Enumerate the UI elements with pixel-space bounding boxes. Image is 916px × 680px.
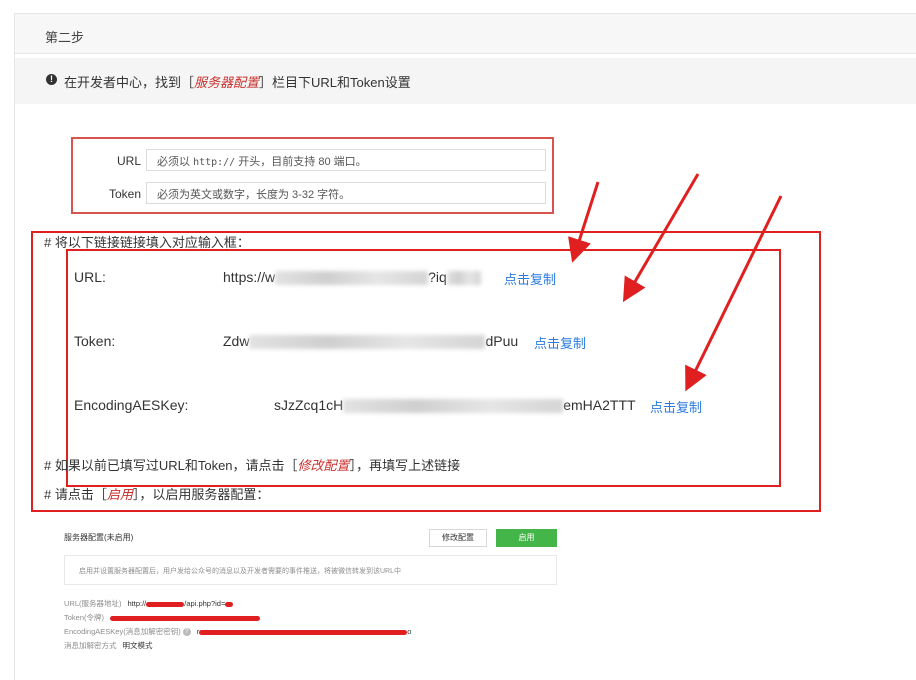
config-description-box: 启用并设置服务器配置后，用户发给公众号的消息以及开发者需要的事件推送，将被微信转…	[64, 555, 557, 585]
copy-aes-link[interactable]: 点击复制	[650, 397, 702, 416]
aes-label: EncodingAESKey:	[74, 397, 189, 413]
enable-instruction: # 请点击［启用］，以启用服务器配置：	[44, 487, 270, 502]
step-header: 第二步	[14, 13, 916, 54]
info-icon: !	[46, 74, 57, 85]
token-value: Zdw dPuu	[223, 333, 519, 350]
copy-token-link[interactable]: 点击复制	[534, 333, 586, 352]
fill-instruction: # 将以下链接链接填入对应输入框：	[44, 235, 250, 250]
redaction-scribble	[110, 615, 261, 621]
info-highlight: 服务器配置	[194, 75, 260, 90]
config-mode-row: 消息加解密方式 明文模式	[64, 641, 153, 650]
modify-instruction: # 如果以前已填写过URL和Token，请点击［修改配置］，再填写上述链接	[44, 458, 461, 473]
redaction-blur	[343, 399, 564, 414]
redaction-blur	[249, 335, 486, 350]
copy-url-link[interactable]: 点击复制	[504, 269, 556, 288]
redaction-scribble	[225, 601, 234, 607]
info-prefix: 在开发者中心，找到［	[64, 75, 195, 90]
token-field-label: Token	[108, 187, 141, 201]
url-code: http://	[193, 157, 236, 168]
url-value: https://w ?iq	[223, 269, 481, 286]
redaction-scribble	[199, 629, 408, 635]
token-label: Token:	[74, 333, 116, 349]
config-title: 服务器配置(未启用)	[64, 533, 134, 542]
modify-config-button[interactable]: 修改配置	[429, 529, 487, 547]
aes-value: sJzZcq1cH emHA2TTT	[274, 397, 636, 414]
redaction-blur	[446, 271, 481, 286]
config-description: 启用并设置服务器配置后，用户发给公众号的消息以及开发者需要的事件推送，将被微信转…	[79, 568, 402, 575]
redaction-blur	[275, 271, 429, 286]
info-bar: ! 在开发者中心，找到［服务器配置］栏目下URL和Token设置	[14, 58, 916, 104]
url-label: URL:	[74, 269, 106, 285]
server-config-card: 服务器配置(未启用) 修改配置 启用 启用并设置服务器配置后，用户发给公众号的消…	[62, 521, 560, 680]
url-form-row: URL 必须以 http:// 开头，目前支持 80 端口。	[73, 149, 552, 173]
url-field-label: URL	[116, 154, 141, 168]
config-token-row: Token(令牌)	[64, 612, 261, 623]
token-field[interactable]: 必须为英文或数字，长度为 3-32 字符。	[146, 182, 546, 204]
url-token-form: URL 必须以 http:// 开头，目前支持 80 端口。 Token 必须为…	[71, 137, 554, 214]
config-url-row: URL(服务器地址) http:///api.php?id=	[64, 598, 234, 609]
redaction-scribble	[146, 601, 185, 607]
url-field[interactable]: 必须以 http:// 开头，目前支持 80 端口。	[146, 149, 546, 171]
step-title: 第二步	[45, 30, 85, 45]
token-form-row: Token 必须为英文或数字，长度为 3-32 字符。	[73, 182, 552, 206]
info-suffix: ］栏目下URL和Token设置	[259, 75, 411, 90]
help-icon[interactable]: ?	[182, 628, 191, 637]
info-text: 在开发者中心，找到［服务器配置］栏目下URL和Token设置	[64, 72, 411, 91]
config-aes-row: EncodingAESKey(消息加解密密钥) ? r o	[64, 627, 412, 637]
enable-button[interactable]: 启用	[496, 529, 557, 547]
